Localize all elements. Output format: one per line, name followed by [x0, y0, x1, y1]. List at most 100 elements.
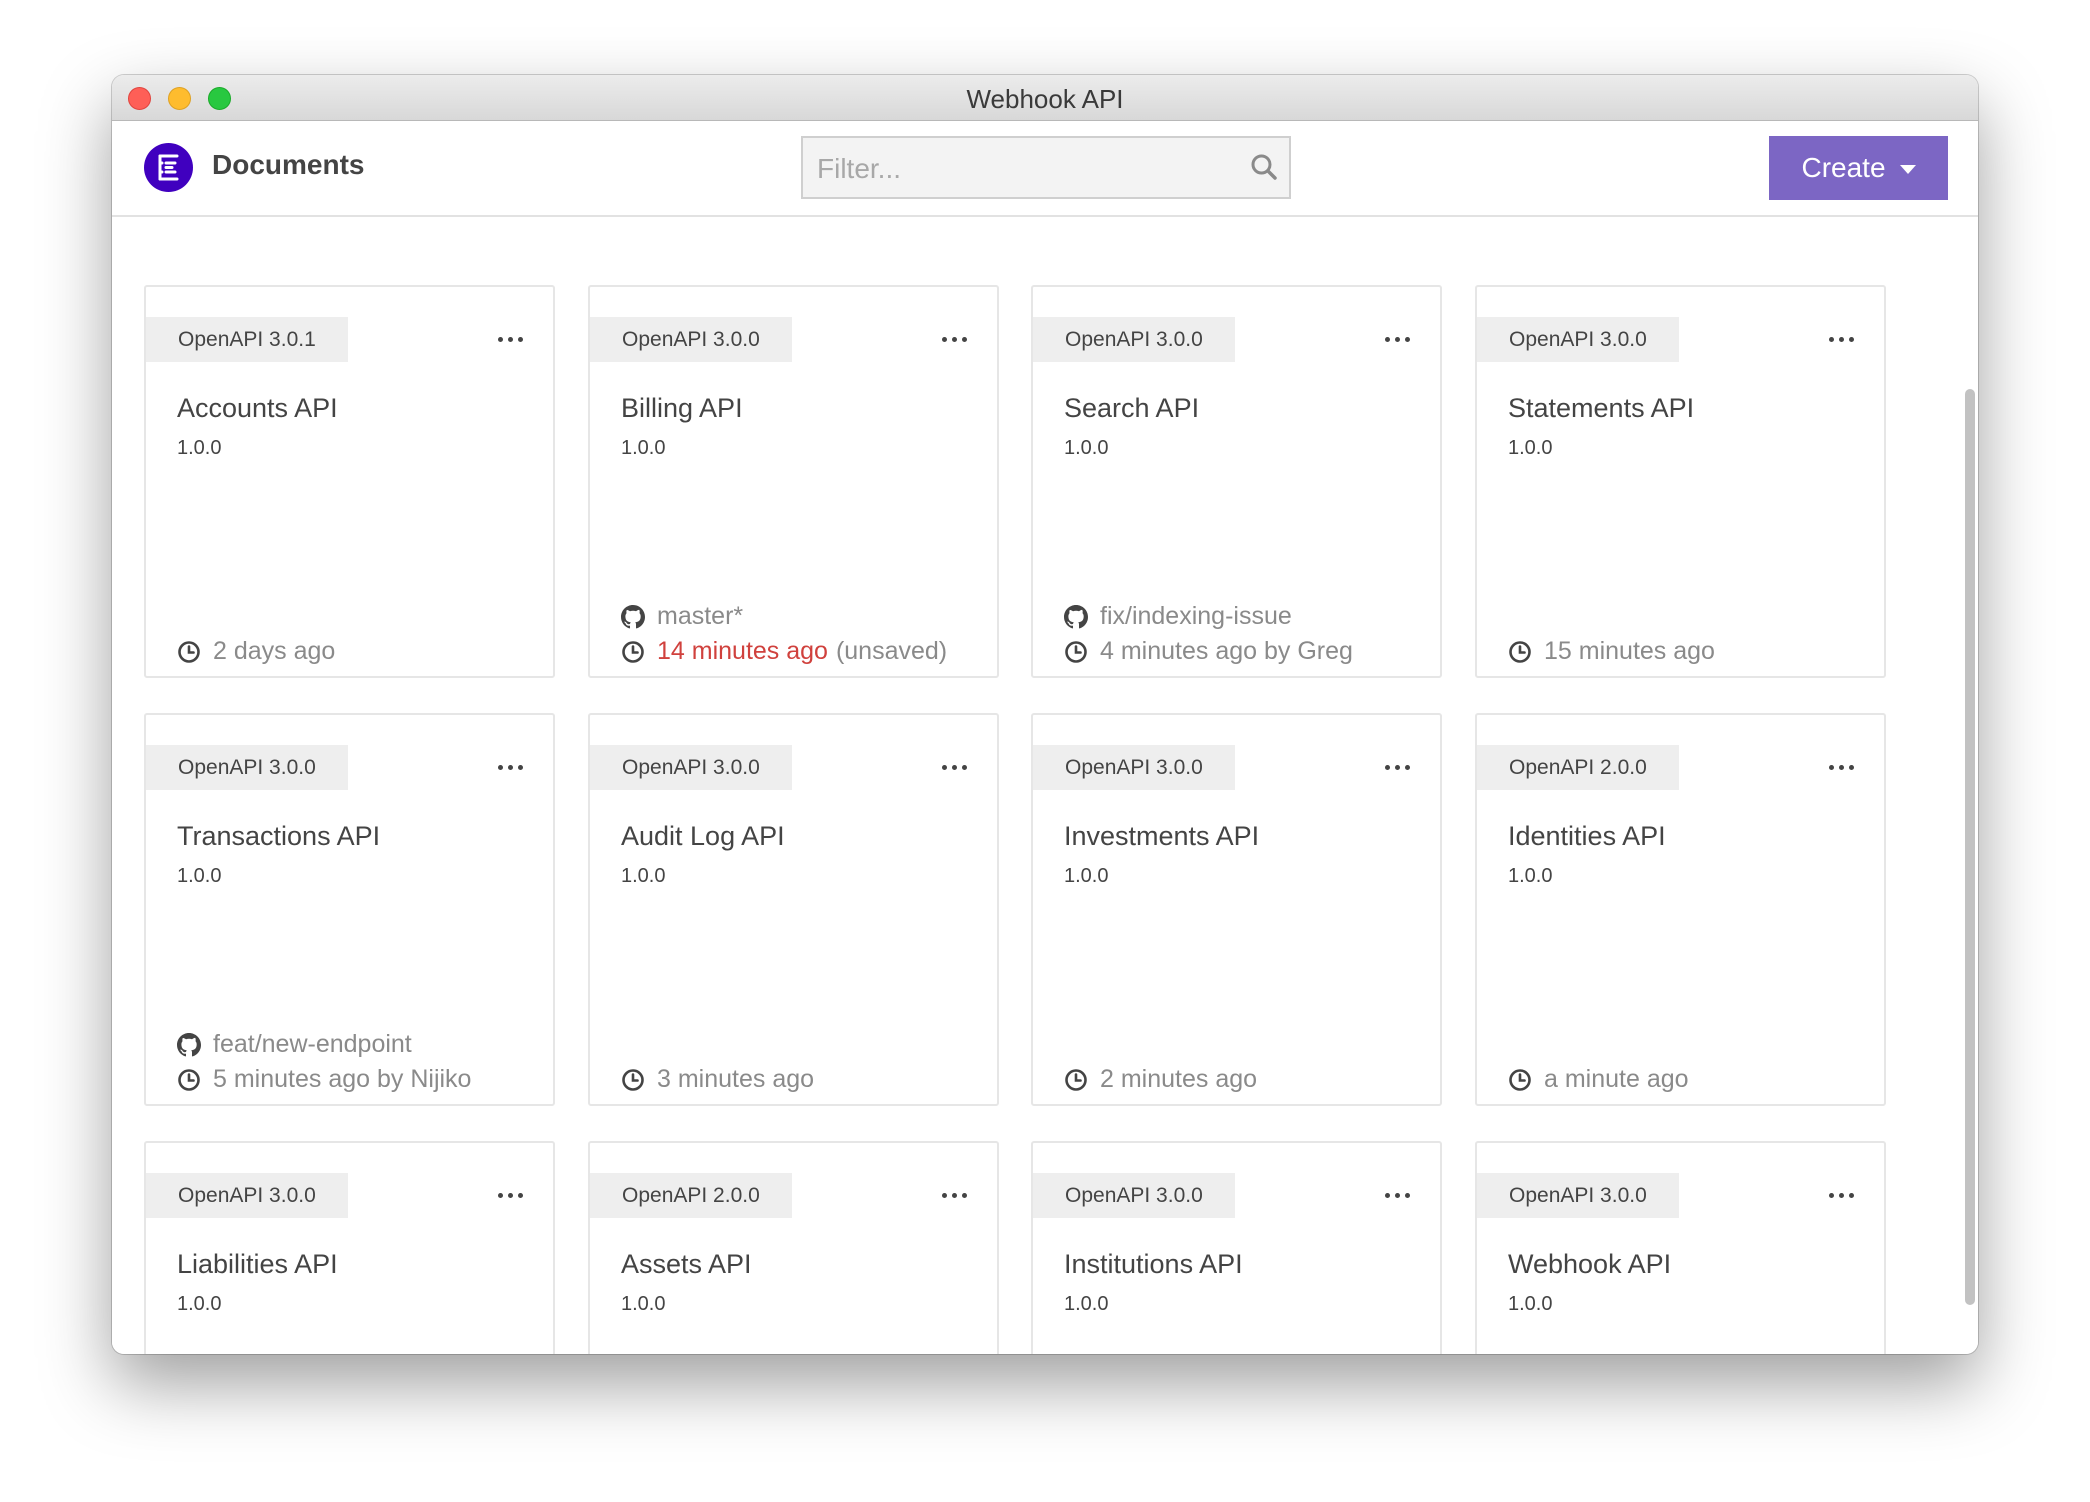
- spec-version-badge: OpenAPI 3.0.1: [146, 317, 348, 362]
- spec-version-badge: OpenAPI 3.0.0: [1477, 317, 1679, 362]
- document-version: 1.0.0: [177, 1293, 222, 1315]
- document-title: Webhook API: [1508, 1249, 1672, 1279]
- more-options-icon[interactable]: [498, 1193, 523, 1198]
- more-options-icon[interactable]: [1385, 337, 1410, 342]
- clock-icon: [1508, 1068, 1532, 1092]
- github-icon: [1064, 604, 1088, 629]
- document-card[interactable]: OpenAPI 3.0.0 Billing API 1.0.0 master* …: [588, 285, 999, 678]
- spec-version-badge: OpenAPI 3.0.0: [146, 745, 348, 790]
- more-options-icon[interactable]: [1829, 765, 1854, 770]
- spec-version-badge: OpenAPI 2.0.0: [590, 1173, 792, 1218]
- page-title: Documents: [212, 149, 365, 180]
- document-version: 1.0.0: [1064, 1293, 1109, 1315]
- clock-icon: [177, 1068, 201, 1092]
- document-title: Accounts API: [177, 393, 338, 423]
- filter-search-box[interactable]: [801, 136, 1291, 199]
- document-title: Transactions API: [177, 821, 381, 851]
- document-card[interactable]: OpenAPI 3.0.0 Webhook API 1.0.0: [1475, 1141, 1886, 1354]
- clock-icon: [1508, 640, 1532, 664]
- document-title: Audit Log API: [621, 821, 785, 851]
- modified-time: 15 minutes ago: [1544, 637, 1715, 665]
- github-icon: [177, 1032, 201, 1057]
- clock-icon: [1064, 1068, 1088, 1092]
- spec-version-badge: OpenAPI 3.0.0: [1033, 745, 1235, 790]
- spec-version-badge: OpenAPI 2.0.0: [1477, 745, 1679, 790]
- last-modified: 15 minutes ago: [1508, 637, 1715, 666]
- modified-time: 14 minutes ago: [657, 637, 828, 665]
- clock-icon: [177, 640, 201, 664]
- document-title: Liabilities API: [177, 1249, 338, 1279]
- last-modified: 14 minutes ago (unsaved): [621, 637, 947, 666]
- document-version: 1.0.0: [177, 437, 222, 459]
- modified-time: 2 minutes ago: [1100, 1065, 1258, 1093]
- document-version: 1.0.0: [1508, 865, 1553, 887]
- documents-grid: OpenAPI 3.0.1 Accounts API 1.0.0 2 days …: [112, 217, 1978, 1354]
- branch-name: feat/new-endpoint: [213, 1030, 412, 1058]
- clock-icon: [621, 640, 645, 664]
- last-modified: 4 minutes ago by Greg: [1064, 637, 1353, 666]
- modified-time: 2 days ago: [213, 637, 336, 665]
- document-card[interactable]: OpenAPI 3.0.1 Accounts API 1.0.0 2 days …: [144, 285, 555, 678]
- github-icon: [621, 604, 645, 629]
- more-options-icon[interactable]: [1385, 765, 1410, 770]
- git-branch: fix/indexing-issue: [1064, 602, 1292, 631]
- window-title: Webhook API: [966, 84, 1124, 114]
- document-title: Identities API: [1508, 821, 1666, 851]
- more-options-icon[interactable]: [942, 1193, 967, 1198]
- document-version: 1.0.0: [621, 437, 666, 459]
- filter-input[interactable]: [803, 138, 1239, 199]
- modified-time: a minute ago: [1544, 1065, 1689, 1093]
- spec-version-badge: OpenAPI 3.0.0: [590, 745, 792, 790]
- document-version: 1.0.0: [1064, 437, 1109, 459]
- document-card[interactable]: OpenAPI 3.0.0 Institutions API 1.0.0: [1031, 1141, 1442, 1354]
- spec-version-badge: OpenAPI 3.0.0: [590, 317, 792, 362]
- clock-icon: [621, 1068, 645, 1092]
- document-card[interactable]: OpenAPI 3.0.0 Search API 1.0.0 fix/index…: [1031, 285, 1442, 678]
- more-options-icon[interactable]: [498, 337, 523, 342]
- last-modified: a minute ago: [1508, 1065, 1689, 1094]
- app-header: Documents Create: [112, 121, 1978, 217]
- git-branch: master*: [621, 602, 743, 631]
- branch-name: fix/indexing-issue: [1100, 602, 1292, 630]
- search-icon[interactable]: [1249, 152, 1279, 187]
- branch-name: master*: [657, 602, 744, 630]
- document-title: Billing API: [621, 393, 743, 423]
- create-button-label: Create: [1801, 152, 1886, 183]
- spec-version-badge: OpenAPI 3.0.0: [1033, 1173, 1235, 1218]
- unsaved-label: (unsaved): [835, 637, 948, 665]
- document-version: 1.0.0: [1508, 437, 1553, 459]
- spec-version-badge: OpenAPI 3.0.0: [1033, 317, 1235, 362]
- vertical-scrollbar[interactable]: [1965, 389, 1975, 1305]
- document-version: 1.0.0: [621, 1293, 666, 1315]
- document-card[interactable]: OpenAPI 3.0.0 Transactions API 1.0.0 fea…: [144, 713, 555, 1106]
- spec-version-badge: OpenAPI 3.0.0: [146, 1173, 348, 1218]
- document-title: Investments API: [1064, 821, 1260, 851]
- more-options-icon[interactable]: [1385, 1193, 1410, 1198]
- modified-time: 4 minutes ago by Greg: [1100, 637, 1353, 665]
- more-options-icon[interactable]: [942, 765, 967, 770]
- clock-icon: [1064, 640, 1088, 664]
- git-branch: feat/new-endpoint: [177, 1030, 412, 1059]
- document-card[interactable]: OpenAPI 2.0.0 Identities API 1.0.0 a min…: [1475, 713, 1886, 1106]
- caret-down-icon: [1899, 165, 1916, 174]
- document-title: Assets API: [621, 1249, 752, 1279]
- document-version: 1.0.0: [621, 865, 666, 887]
- document-card[interactable]: OpenAPI 3.0.0 Investments API 1.0.0 2 mi…: [1031, 713, 1442, 1106]
- document-title: Statements API: [1508, 393, 1695, 423]
- app-window: Webhook API Documents Filter... Create O…: [112, 75, 1978, 1354]
- document-card[interactable]: OpenAPI 3.0.0 Audit Log API 1.0.0 3 minu…: [588, 713, 999, 1106]
- document-card[interactable]: OpenAPI 2.0.0 Assets API 1.0.0: [588, 1141, 999, 1354]
- more-options-icon[interactable]: [1829, 1193, 1854, 1198]
- document-card[interactable]: OpenAPI 3.0.0 Liabilities API 1.0.0: [144, 1141, 555, 1354]
- more-options-icon[interactable]: [942, 337, 967, 342]
- create-button[interactable]: Create: [1769, 136, 1948, 200]
- last-modified: 5 minutes ago by Nijiko: [177, 1065, 471, 1094]
- last-modified: 2 days ago: [177, 637, 335, 666]
- document-title: Institutions API: [1064, 1249, 1243, 1279]
- more-options-icon[interactable]: [498, 765, 523, 770]
- document-version: 1.0.0: [1064, 865, 1109, 887]
- document-card[interactable]: OpenAPI 3.0.0 Statements API 1.0.0 15 mi…: [1475, 285, 1886, 678]
- modified-time: 5 minutes ago by Nijiko: [213, 1065, 472, 1093]
- more-options-icon[interactable]: [1829, 337, 1854, 342]
- app-logo-icon[interactable]: [144, 143, 193, 192]
